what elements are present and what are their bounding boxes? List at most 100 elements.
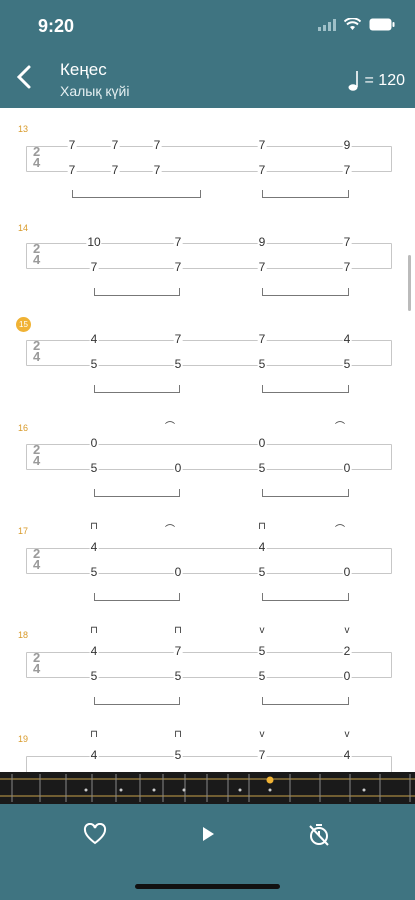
beam <box>262 697 349 705</box>
wifi-icon <box>344 18 361 30</box>
note-top: 7 <box>173 644 183 658</box>
note-top: 7 <box>152 138 162 152</box>
note-bottom: 7 <box>89 260 99 274</box>
note-bottom: 7 <box>173 260 183 274</box>
upstroke-mark: v <box>259 729 265 740</box>
note-bottom: 7 <box>342 163 352 177</box>
note-top: 4 <box>257 540 267 554</box>
note-top: 9 <box>257 235 267 249</box>
home-indicator <box>135 884 280 889</box>
note-top: 4 <box>342 332 352 346</box>
quarter-note-icon <box>348 71 358 91</box>
staff <box>26 652 392 678</box>
note-top: 4 <box>342 748 352 762</box>
note-top: 10 <box>86 235 102 249</box>
note-bottom: 5 <box>257 461 267 475</box>
tab-content[interactable]: 13 24 7 7 7 7 9 7 7 7 7 7 14 24 10 7 9 7… <box>0 108 415 772</box>
timer-button[interactable] <box>305 820 333 848</box>
beam <box>94 385 180 393</box>
note-bottom: 5 <box>89 357 99 371</box>
signal-icon <box>318 18 336 31</box>
beam <box>94 697 180 705</box>
time-signature: 24 <box>33 144 41 170</box>
measure-number: 14 <box>18 223 29 233</box>
note-bottom: 5 <box>173 357 183 371</box>
staff <box>26 146 392 172</box>
staff <box>26 243 392 269</box>
beam <box>262 385 349 393</box>
note-bottom: 7 <box>342 260 352 274</box>
play-button[interactable] <box>194 820 222 848</box>
note-top: 5 <box>173 748 183 762</box>
measure-number: 13 <box>18 124 29 134</box>
note-top: 7 <box>342 235 352 249</box>
staff <box>26 444 392 470</box>
beam <box>94 288 180 296</box>
play-icon <box>203 827 214 841</box>
back-button[interactable] <box>14 62 38 96</box>
beam <box>262 288 349 296</box>
scrollbar[interactable] <box>408 255 411 311</box>
note-bottom: 0 <box>342 461 352 475</box>
fretboard <box>0 772 415 804</box>
measure-number: 16 <box>18 423 29 433</box>
beam <box>94 593 180 601</box>
status-icons <box>318 18 395 31</box>
time-signature: 24 <box>33 442 41 468</box>
note-top: 7 <box>257 748 267 762</box>
note-bottom: 5 <box>89 565 99 579</box>
note-top: 4 <box>89 644 99 658</box>
measure-number-current: 15 <box>16 317 31 332</box>
top-bar: 9:20 Кеңес Халық күйі = 120 <box>0 0 415 108</box>
note-bottom: 0 <box>173 565 183 579</box>
note-bottom: 7 <box>67 163 77 177</box>
chevron-left-icon <box>16 65 31 89</box>
downstroke-mark: ⊓ <box>90 729 98 740</box>
fretboard-graphic <box>0 774 415 802</box>
beam <box>72 190 201 198</box>
downstroke-mark: ⊓ <box>174 625 182 636</box>
slide-mark: ⌒ <box>165 525 175 536</box>
battery-icon <box>369 18 395 31</box>
downstroke-mark: ⊓ <box>258 521 266 532</box>
note-bottom: 5 <box>173 669 183 683</box>
note-top: 9 <box>342 138 352 152</box>
beam <box>262 593 349 601</box>
note-bottom: 0 <box>342 565 352 579</box>
slide-mark: ⌒ <box>335 422 345 433</box>
note-top: 2 <box>342 644 352 658</box>
tempo-indicator[interactable]: = 120 <box>347 70 405 92</box>
time-signature: 24 <box>33 241 41 267</box>
upstroke-mark: v <box>259 625 265 636</box>
status-time: 9:20 <box>38 16 75 36</box>
note-bottom: 5 <box>89 669 99 683</box>
note-bottom: 0 <box>342 669 352 683</box>
note-bottom: 7 <box>110 163 120 177</box>
note-bottom: 5 <box>342 357 352 371</box>
measure-number: 17 <box>18 526 29 536</box>
staff <box>26 548 392 574</box>
note-top: 7 <box>173 235 183 249</box>
note-top: 0 <box>257 436 267 450</box>
beam <box>262 190 349 198</box>
slide-mark: ⌒ <box>165 422 175 433</box>
note-bottom: 7 <box>257 260 267 274</box>
note-top: 4 <box>89 332 99 346</box>
song-title: Кеңес <box>60 60 107 79</box>
downstroke-mark: ⊓ <box>90 625 98 636</box>
note-top: 7 <box>67 138 77 152</box>
staff <box>26 340 392 366</box>
favorite-button[interactable] <box>81 820 109 848</box>
note-top: 7 <box>173 332 183 346</box>
note-bottom: 5 <box>89 461 99 475</box>
note-top: 4 <box>89 748 99 762</box>
note-top: 5 <box>257 644 267 658</box>
note-bottom: 5 <box>257 357 267 371</box>
note-top: 7 <box>257 332 267 346</box>
time-signature: 24 <box>33 338 41 364</box>
time-signature: 24 <box>33 650 41 676</box>
measure-number: 19 <box>18 734 29 744</box>
note-bottom: 5 <box>257 669 267 683</box>
note-bottom: 7 <box>257 163 267 177</box>
note-bottom: 0 <box>173 461 183 475</box>
